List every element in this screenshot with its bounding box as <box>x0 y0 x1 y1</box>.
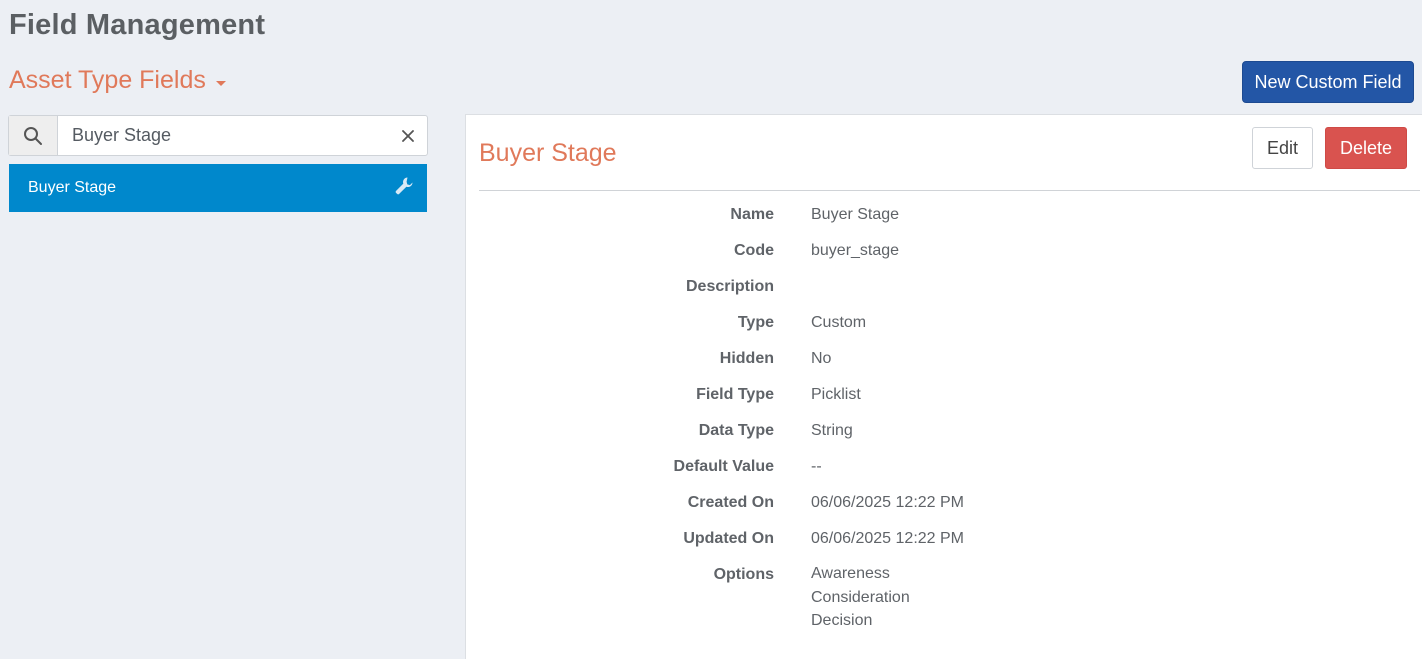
field-row-options: Options Awareness Consideration Decision <box>466 565 1422 633</box>
field-label: Code <box>734 242 774 259</box>
divider <box>479 190 1420 191</box>
field-value: Buyer Stage <box>811 206 900 223</box>
field-label: Data Type <box>698 422 774 439</box>
field-label: Type <box>737 314 774 331</box>
field-row-name: Name Buyer Stage <box>466 205 1422 241</box>
field-row-created-on: Created On 06/06/2025 12:22 PM <box>466 493 1422 529</box>
detail-fields: Name Buyer Stage Code buyer_stage Descri… <box>466 205 1422 633</box>
field-value: Picklist <box>811 386 861 403</box>
field-value: 06/06/2025 12:22 PM <box>811 494 965 511</box>
options-list: Awareness Consideration Decision <box>811 565 910 633</box>
field-row-description: Description <box>466 277 1422 313</box>
edit-button[interactable]: Edit <box>1252 127 1313 169</box>
field-value: String <box>811 422 853 439</box>
field-row-type: Type Custom <box>466 313 1422 349</box>
field-value: buyer_stage <box>811 242 900 259</box>
field-row-default-value: Default Value -- <box>466 457 1422 493</box>
option-item: Consideration <box>811 588 910 606</box>
field-row-field-type: Field Type Picklist <box>466 385 1422 421</box>
field-row-data-type: Data Type String <box>466 421 1422 457</box>
field-label: Options <box>713 566 774 583</box>
field-label: Hidden <box>719 350 774 367</box>
option-item: Decision <box>811 612 873 629</box>
section-dropdown-label: Asset Type Fields <box>9 66 206 94</box>
option-item: Awareness <box>811 565 890 582</box>
list-item-label: Buyer Stage <box>28 179 117 196</box>
field-label: Field Type <box>696 386 774 403</box>
field-value: -- <box>811 458 822 475</box>
page-title: Field Management <box>9 9 266 41</box>
new-custom-field-button[interactable]: New Custom Field <box>1242 61 1414 103</box>
close-icon[interactable] <box>389 116 427 155</box>
field-label: Description <box>685 278 774 295</box>
section-dropdown[interactable]: Asset Type Fields <box>9 66 226 95</box>
field-value: No <box>811 350 832 367</box>
search-input[interactable] <box>58 116 389 155</box>
field-value: Custom <box>811 314 867 331</box>
list-item[interactable]: Buyer Stage <box>9 164 427 212</box>
field-label: Created On <box>687 494 774 511</box>
field-label: Default Value <box>673 458 774 475</box>
caret-down-icon <box>215 81 226 86</box>
detail-panel: Buyer Stage Edit Delete Name Buyer Stage… <box>465 114 1422 659</box>
search-icon <box>9 116 58 155</box>
field-row-code: Code buyer_stage <box>466 241 1422 277</box>
field-row-updated-on: Updated On 06/06/2025 12:22 PM <box>466 529 1422 565</box>
delete-button[interactable]: Delete <box>1325 127 1407 169</box>
field-value: 06/06/2025 12:22 PM <box>811 530 965 547</box>
field-label: Name <box>730 206 774 223</box>
wrench-icon[interactable] <box>394 176 414 201</box>
field-row-hidden: Hidden No <box>466 349 1422 385</box>
field-label: Updated On <box>683 530 774 547</box>
detail-title: Buyer Stage <box>479 139 617 167</box>
search-box <box>8 115 428 156</box>
